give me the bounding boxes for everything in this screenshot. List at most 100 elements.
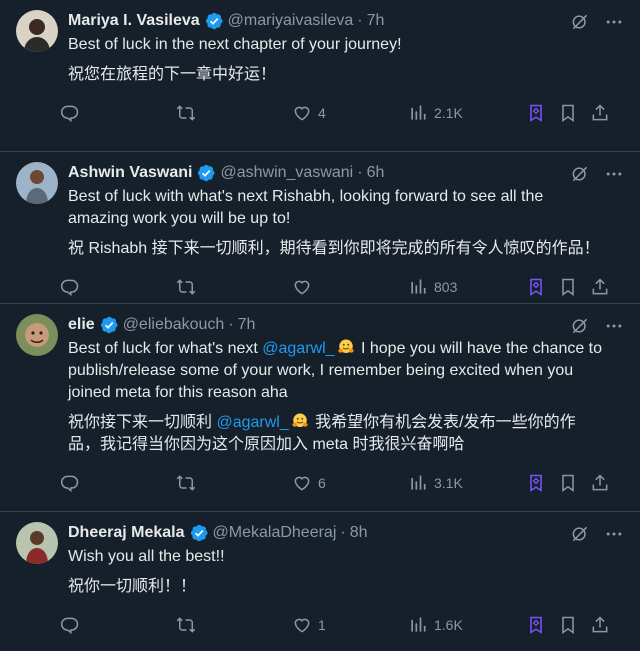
bookmark-button[interactable] xyxy=(558,473,578,493)
grok-analyze-icon xyxy=(526,103,546,123)
tweet-text-original: Wish you all the best!! xyxy=(68,548,225,565)
views-icon xyxy=(408,615,428,635)
bookmark-icon xyxy=(558,473,578,493)
grok-analyze-button[interactable] xyxy=(526,615,546,635)
hugging-face-emoji xyxy=(337,338,355,356)
share-icon xyxy=(590,277,610,297)
more-icon[interactable] xyxy=(604,12,624,32)
bookmark-button[interactable] xyxy=(558,615,578,635)
tweet-text-translation: 祝 Rishabh 接下来一切顺利，期待看到你即将完成的所有令人惊叹的作品！ xyxy=(68,240,600,257)
like-count: 4 xyxy=(318,105,326,121)
bookmark-icon xyxy=(558,277,578,297)
reply-button[interactable] xyxy=(60,615,80,635)
tweet-header-actions xyxy=(570,524,624,544)
tweet-text-translation: 祝你接下来一切顺利 @agarwl_ 我希望你有机会发表/发布一些你的作品，我记… xyxy=(68,412,606,456)
verified-badge-icon xyxy=(99,315,119,335)
tweet-actions: 6 3.1K xyxy=(60,464,624,502)
display-name[interactable]: elie xyxy=(68,316,95,334)
verified-badge-icon xyxy=(196,163,216,183)
grok-icon[interactable] xyxy=(570,524,590,544)
tweet-text-translation: 祝您在旅程的下一章中好运！ xyxy=(68,66,277,83)
avatar[interactable] xyxy=(16,10,58,52)
views-button[interactable]: 1.6K xyxy=(408,615,463,635)
tweet-header: Ashwin Vaswani @ashwin_vaswani · 6h xyxy=(68,162,624,184)
like-button[interactable] xyxy=(292,277,318,297)
mention-link[interactable]: @agarwl_ xyxy=(262,340,334,357)
timestamp[interactable]: 6h xyxy=(367,164,385,182)
like-count: 1 xyxy=(318,617,326,633)
user-handle[interactable]: @eliebakouch xyxy=(123,316,225,334)
tweet-actions: 1 1.6K xyxy=(60,606,624,644)
tweet-text-translation: 祝你一切顺利！！ xyxy=(68,578,197,595)
bookmark-icon xyxy=(558,103,578,123)
reply-feed: Mariya I. Vasileva @mariyaivasileva · 7h… xyxy=(0,0,640,651)
tweet[interactable]: Dheeraj Mekala @MekalaDheeraj · 8h Wish … xyxy=(0,512,640,651)
separator: · xyxy=(340,524,346,541)
share-icon xyxy=(590,615,610,635)
avatar[interactable] xyxy=(16,314,58,356)
tweet-text: Wish you all the best!! 祝你一切顺利！！ xyxy=(68,546,624,598)
views-button[interactable]: 3.1K xyxy=(408,473,463,493)
bookmark-button[interactable] xyxy=(558,277,578,297)
like-icon xyxy=(292,277,312,297)
grok-analyze-button[interactable] xyxy=(526,473,546,493)
tweet-header: Dheeraj Mekala @MekalaDheeraj · 8h xyxy=(68,522,624,544)
bookmark-button[interactable] xyxy=(558,103,578,123)
tweet[interactable]: Ashwin Vaswani @ashwin_vaswani · 6h Best… xyxy=(0,152,640,304)
more-icon[interactable] xyxy=(604,164,624,184)
reply-icon xyxy=(60,615,80,635)
tweet-actions: 803 xyxy=(60,268,624,306)
views-button[interactable]: 803 xyxy=(408,277,457,297)
grok-icon[interactable] xyxy=(570,12,590,32)
grok-icon[interactable] xyxy=(570,164,590,184)
tweet-header: Mariya I. Vasileva @mariyaivasileva · 7h xyxy=(68,10,624,32)
avatar[interactable] xyxy=(16,162,58,204)
share-button[interactable] xyxy=(590,103,610,123)
reply-button[interactable] xyxy=(60,277,80,297)
display-name[interactable]: Dheeraj Mekala xyxy=(68,524,185,542)
separator: · xyxy=(357,12,363,29)
grok-analyze-button[interactable] xyxy=(526,103,546,123)
reply-button[interactable] xyxy=(60,103,80,123)
timestamp[interactable]: 7h xyxy=(367,12,385,30)
more-icon[interactable] xyxy=(604,316,624,336)
retweet-button[interactable] xyxy=(176,103,196,123)
share-icon xyxy=(590,473,610,493)
share-icon xyxy=(590,103,610,123)
tweet[interactable]: Mariya I. Vasileva @mariyaivasileva · 7h… xyxy=(0,0,640,152)
like-icon xyxy=(292,615,312,635)
display-name[interactable]: Mariya I. Vasileva xyxy=(68,12,200,30)
views-button[interactable]: 2.1K xyxy=(408,103,463,123)
more-icon[interactable] xyxy=(604,524,624,544)
tweet[interactable]: elie @eliebakouch · 7h Best of luck for … xyxy=(0,304,640,512)
share-button[interactable] xyxy=(590,615,610,635)
user-handle[interactable]: @MekalaDheeraj xyxy=(213,524,337,542)
user-handle[interactable]: @ashwin_vaswani xyxy=(220,164,353,182)
reply-button[interactable] xyxy=(60,473,80,493)
separator: · xyxy=(357,164,363,181)
retweet-icon xyxy=(176,277,196,297)
verified-badge-icon xyxy=(204,11,224,31)
retweet-button[interactable] xyxy=(176,277,196,297)
tweet-text-original: Best of luck in the next chapter of your… xyxy=(68,36,402,53)
like-button[interactable]: 6 xyxy=(292,473,326,493)
like-count: 6 xyxy=(318,475,326,491)
share-button[interactable] xyxy=(590,277,610,297)
grok-icon[interactable] xyxy=(570,316,590,336)
bookmark-icon xyxy=(558,615,578,635)
like-button[interactable]: 4 xyxy=(292,103,326,123)
avatar[interactable] xyxy=(16,522,58,564)
display-name[interactable]: Ashwin Vaswani xyxy=(68,164,192,182)
mention-link[interactable]: @agarwl_ xyxy=(216,414,288,431)
retweet-button[interactable] xyxy=(176,473,196,493)
timestamp[interactable]: 8h xyxy=(350,524,368,542)
tweet-text: Best of luck with what's next Rishabh, l… xyxy=(68,186,624,260)
grok-analyze-button[interactable] xyxy=(526,277,546,297)
share-button[interactable] xyxy=(590,473,610,493)
timestamp[interactable]: 7h xyxy=(238,316,256,334)
retweet-button[interactable] xyxy=(176,615,196,635)
user-handle[interactable]: @mariyaivasileva xyxy=(228,12,354,30)
view-count: 2.1K xyxy=(434,105,463,121)
tweet-actions: 4 2.1K xyxy=(60,94,624,132)
like-button[interactable]: 1 xyxy=(292,615,326,635)
